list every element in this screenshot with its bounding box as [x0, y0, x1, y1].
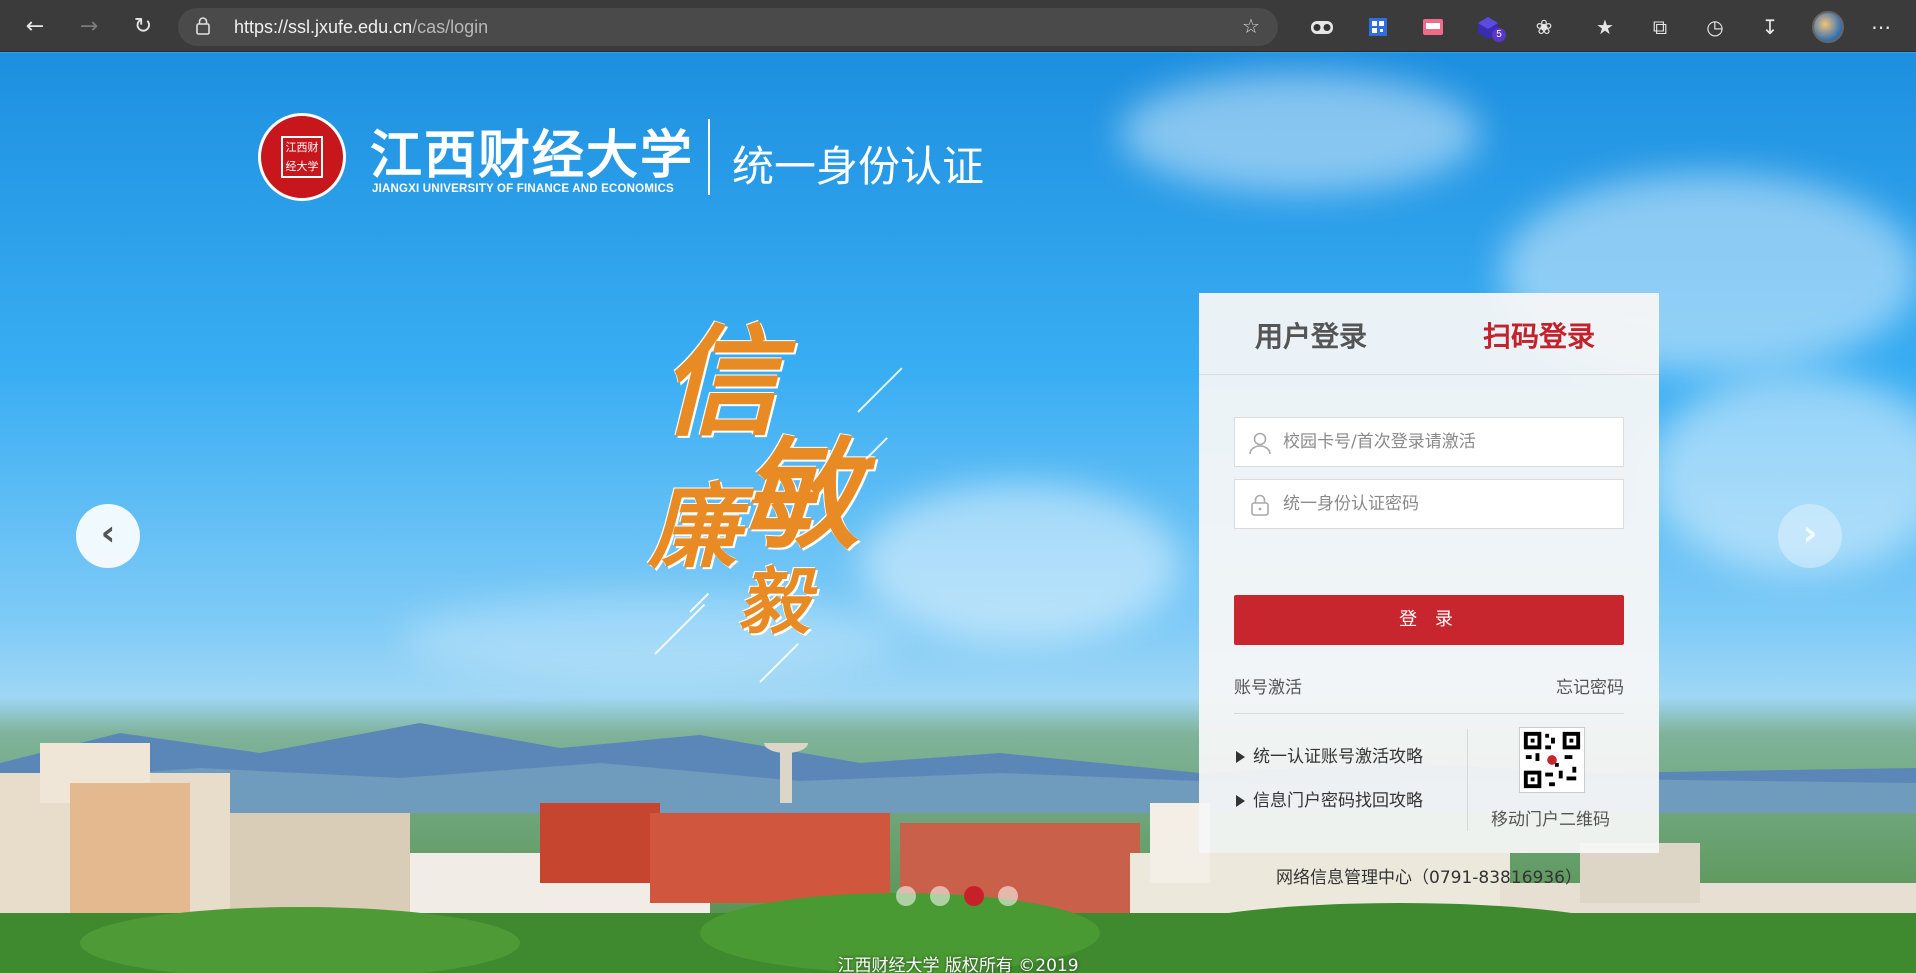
carousel-dot[interactable]	[896, 886, 916, 906]
page-title: 统一身份认证	[732, 142, 985, 191]
username-field[interactable]	[1234, 417, 1624, 467]
copyright-text: 江西财经大学 版权所有 ©2019	[837, 956, 1079, 973]
back-icon[interactable]: ←	[18, 10, 52, 44]
favorites-icon[interactable]: ★	[1590, 12, 1620, 42]
guide-activate-link[interactable]: 统一认证账号激活攻略	[1236, 742, 1423, 767]
carousel-dot[interactable]	[930, 886, 950, 906]
vertical-divider	[1467, 729, 1468, 831]
forward-icon[interactable]: →	[72, 10, 106, 44]
password-field[interactable]	[1234, 479, 1624, 529]
extension-tracker-icon[interactable]	[1307, 12, 1337, 42]
more-icon[interactable]: ⋯	[1866, 12, 1896, 42]
login-button[interactable]: 登 录	[1234, 595, 1624, 645]
login-tabs: 用户登录 扫码登录	[1199, 293, 1659, 375]
tab-scan-login[interactable]: 扫码登录	[1483, 315, 1595, 355]
tab-user-login[interactable]: 用户登录	[1255, 315, 1367, 355]
cloud-decoration	[860, 483, 1180, 643]
divider	[1234, 713, 1624, 714]
favorite-add-icon[interactable]: ☆	[1242, 15, 1264, 37]
slogan-char-3: 廉	[648, 473, 741, 581]
lock-icon[interactable]	[196, 17, 210, 35]
refresh-icon[interactable]: ↻	[126, 10, 160, 44]
username-input[interactable]	[1283, 418, 1613, 466]
header-divider	[708, 119, 710, 195]
school-name: 江西财经大学	[370, 125, 695, 186]
triangle-right-icon	[1236, 795, 1245, 807]
translate-extension-icon[interactable]	[1418, 12, 1448, 42]
guide-password-label: 信息门户密码找回攻略	[1253, 791, 1423, 811]
carousel-prev-button[interactable]: ‹	[76, 504, 140, 568]
guide-password-link[interactable]: 信息门户密码找回攻略	[1236, 786, 1423, 811]
collections-icon[interactable]: ⧉	[1645, 12, 1675, 42]
qr-code-icon	[1519, 727, 1585, 793]
login-page: 江西财经大学 江西财经大学 JIANGXI UNIVERSITY OF FINA…	[0, 53, 1916, 973]
qr-extension-icon[interactable]	[1363, 12, 1393, 42]
contact-info: 网络信息管理中心（0791-83816936）	[1276, 868, 1582, 888]
history-icon[interactable]: ◷	[1700, 12, 1730, 42]
url-path: /cas/login	[412, 17, 489, 37]
seal-text: 江西财经大学	[281, 136, 323, 178]
profile-avatar[interactable]	[1812, 11, 1844, 43]
lock-icon	[1251, 494, 1269, 516]
browser-toolbar: ← → ↻ https://ssl.jxufe.edu.cn/cas/login…	[0, 0, 1916, 52]
forgot-password-link[interactable]: 忘记密码	[1556, 673, 1624, 698]
url-host: https://ssl.jxufe.edu.cn	[234, 17, 413, 37]
carousel-dot[interactable]	[998, 886, 1018, 906]
cloud-decoration	[1120, 73, 1480, 193]
login-panel: 用户登录 扫码登录 登 录 账号激活 忘记密码 统一认证账号激活攻略 信息门户密…	[1199, 293, 1659, 888]
triangle-right-icon	[1236, 751, 1245, 763]
cloud-decoration	[400, 593, 900, 683]
chevron-left-icon: ‹	[100, 513, 116, 554]
decoration-line	[865, 437, 888, 460]
decoration-line	[857, 367, 903, 413]
school-name-en: JIANGXI UNIVERSITY OF FINANCE AND ECONOM…	[372, 183, 674, 195]
carousel-next-button[interactable]: ›	[1778, 504, 1842, 568]
university-seal-logo: 江西财经大学	[258, 113, 346, 201]
password-input[interactable]	[1283, 480, 1613, 528]
chevron-right-icon: ›	[1802, 513, 1818, 554]
address-bar[interactable]: https://ssl.jxufe.edu.cn/cas/login ☆	[178, 8, 1278, 46]
slogan-char-4: 毅	[738, 559, 811, 644]
url-text[interactable]: https://ssl.jxufe.edu.cn/cas/login	[234, 17, 488, 38]
extension-badge: 5	[1492, 28, 1506, 42]
extensions-icon[interactable]: ❀	[1529, 12, 1559, 42]
activate-account-link[interactable]: 账号激活	[1234, 673, 1302, 698]
carousel-dot-active[interactable]	[964, 886, 984, 906]
qr-code-label: 移动门户二维码	[1491, 810, 1610, 830]
download-icon[interactable]: ↧	[1755, 12, 1785, 42]
user-icon	[1249, 432, 1271, 455]
guide-activate-label: 统一认证账号激活攻略	[1253, 747, 1423, 767]
carousel-indicators	[896, 886, 1032, 910]
